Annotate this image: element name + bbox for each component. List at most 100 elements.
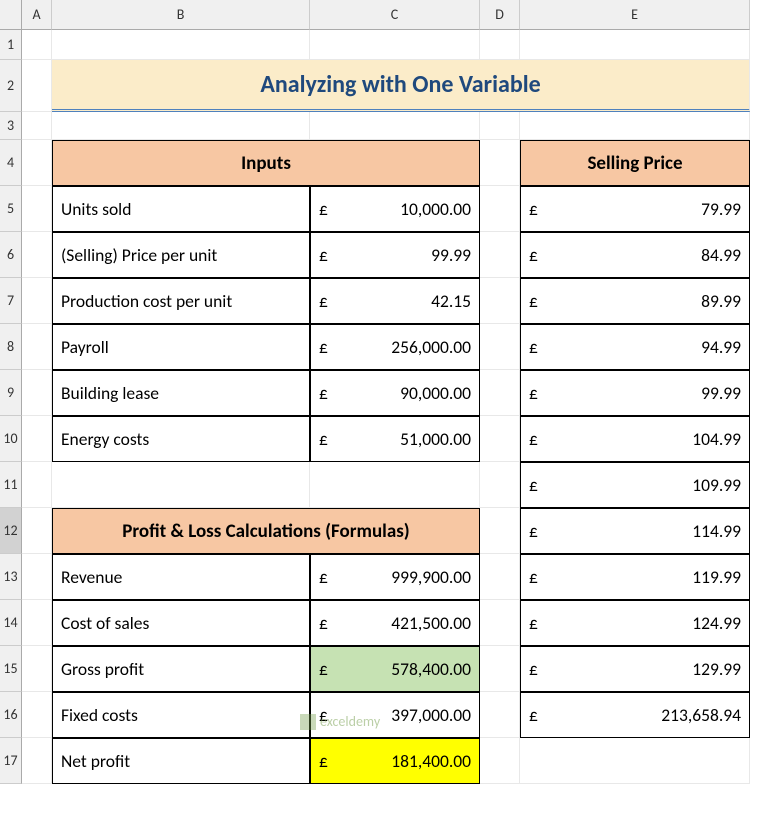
input-value[interactable]: £10,000.00	[310, 186, 480, 232]
pl-label: Cost of sales	[52, 600, 310, 646]
cell-A8[interactable]	[22, 324, 52, 370]
cell-D10[interactable]	[480, 416, 520, 462]
cell-D9[interactable]	[480, 370, 520, 416]
cell-A15[interactable]	[22, 646, 52, 692]
input-value[interactable]: £256,000.00	[310, 324, 480, 370]
cell-B11[interactable]	[52, 462, 310, 508]
selling-price-value[interactable]: £79.99	[520, 186, 750, 232]
input-label: Building lease	[52, 370, 310, 416]
cell-D6[interactable]	[480, 232, 520, 278]
input-value[interactable]: £90,000.00	[310, 370, 480, 416]
inputs-header: Inputs	[52, 140, 480, 186]
spreadsheet-grid[interactable]: ABCDE 12 Analyzing with One Variable 34 Inpu…	[0, 0, 768, 784]
row-header[interactable]: 6	[0, 232, 22, 278]
pl-value[interactable]: £181,400.00	[310, 738, 480, 784]
row-header[interactable]: 8	[0, 324, 22, 370]
pl-label: Fixed costs	[52, 692, 310, 738]
selling-price-value[interactable]: £99.99	[520, 370, 750, 416]
pl-value[interactable]: £397,000.00	[310, 692, 480, 738]
selling-price-value[interactable]: £129.99	[520, 646, 750, 692]
cell-A3[interactable]	[22, 112, 52, 140]
pl-label: Gross profit	[52, 646, 310, 692]
cell-E3[interactable]	[520, 112, 750, 140]
cell-D17[interactable]	[480, 738, 520, 784]
row-header[interactable]: 5	[0, 186, 22, 232]
cell-D12[interactable]	[480, 508, 520, 554]
selling-price-value[interactable]: £89.99	[520, 278, 750, 324]
selling-price-value[interactable]: £119.99	[520, 554, 750, 600]
row-header[interactable]: 14	[0, 600, 22, 646]
cell-A11[interactable]	[22, 462, 52, 508]
row-header[interactable]: 12	[0, 508, 22, 554]
cell-B1[interactable]	[52, 30, 310, 60]
cell-A13[interactable]	[22, 554, 52, 600]
column-header[interactable]: D	[480, 0, 520, 30]
row-header[interactable]: 9	[0, 370, 22, 416]
column-header[interactable]: C	[310, 0, 480, 30]
cell-A12[interactable]	[22, 508, 52, 554]
selling-price-value[interactable]: £84.99	[520, 232, 750, 278]
cell-A9[interactable]	[22, 370, 52, 416]
cell-A10[interactable]	[22, 416, 52, 462]
cell-D14[interactable]	[480, 600, 520, 646]
cell-A1[interactable]	[22, 30, 52, 60]
row-header[interactable]: 10	[0, 416, 22, 462]
pl-label: Net profit	[52, 738, 310, 784]
cell-C3[interactable]	[310, 112, 480, 140]
cell-C1[interactable]	[310, 30, 480, 60]
cell-A4[interactable]	[22, 140, 52, 186]
column-header[interactable]: B	[52, 0, 310, 30]
cell-D7[interactable]	[480, 278, 520, 324]
cell-D3[interactable]	[480, 112, 520, 140]
row-header[interactable]: 13	[0, 554, 22, 600]
cell-A5[interactable]	[22, 186, 52, 232]
cell-A14[interactable]	[22, 600, 52, 646]
row-header[interactable]: 11	[0, 462, 22, 508]
selling-price-value[interactable]: £213,658.94	[520, 692, 750, 738]
input-value[interactable]: £99.99	[310, 232, 480, 278]
cell-D16[interactable]	[480, 692, 520, 738]
cell-D4[interactable]	[480, 140, 520, 186]
input-value[interactable]: £51,000.00	[310, 416, 480, 462]
selling-price-value[interactable]: £104.99	[520, 416, 750, 462]
pl-header: Profit & Loss Calculations (Formulas)	[52, 508, 480, 554]
cell-E1[interactable]	[520, 30, 750, 60]
cell-A2[interactable]	[22, 60, 52, 112]
row-header[interactable]: 16	[0, 692, 22, 738]
column-header[interactable]: E	[520, 0, 750, 30]
row-header[interactable]: 4	[0, 140, 22, 186]
row-header[interactable]: 7	[0, 278, 22, 324]
cell-A16[interactable]	[22, 692, 52, 738]
input-value[interactable]: £42.15	[310, 278, 480, 324]
pl-value[interactable]: £421,500.00	[310, 600, 480, 646]
cell-D8[interactable]	[480, 324, 520, 370]
selling-price-value[interactable]: £114.99	[520, 508, 750, 554]
page-title: Analyzing with One Variable	[52, 60, 750, 112]
selling-price-header: Selling Price	[520, 140, 750, 186]
cell-E17[interactable]	[520, 738, 750, 784]
cell-D15[interactable]	[480, 646, 520, 692]
cell-D13[interactable]	[480, 554, 520, 600]
input-label: Units sold	[52, 186, 310, 232]
cell-A17[interactable]	[22, 738, 52, 784]
selling-price-value[interactable]: £94.99	[520, 324, 750, 370]
pl-value[interactable]: £999,900.00	[310, 554, 480, 600]
column-header[interactable]: A	[22, 0, 52, 30]
cell-D11[interactable]	[480, 462, 520, 508]
cell-B3[interactable]	[52, 112, 310, 140]
row-header[interactable]: 2	[0, 60, 22, 112]
selling-price-value[interactable]: £124.99	[520, 600, 750, 646]
row-header[interactable]: 3	[0, 112, 22, 140]
row-header[interactable]: 17	[0, 738, 22, 784]
cell-D1[interactable]	[480, 30, 520, 60]
cell-A7[interactable]	[22, 278, 52, 324]
row-header[interactable]: 15	[0, 646, 22, 692]
pl-value[interactable]: £578,400.00	[310, 646, 480, 692]
input-label: Payroll	[52, 324, 310, 370]
cell-A6[interactable]	[22, 232, 52, 278]
select-all-corner[interactable]	[0, 0, 22, 30]
cell-D5[interactable]	[480, 186, 520, 232]
selling-price-value[interactable]: £109.99	[520, 462, 750, 508]
row-header[interactable]: 1	[0, 30, 22, 60]
cell-C11[interactable]	[310, 462, 480, 508]
